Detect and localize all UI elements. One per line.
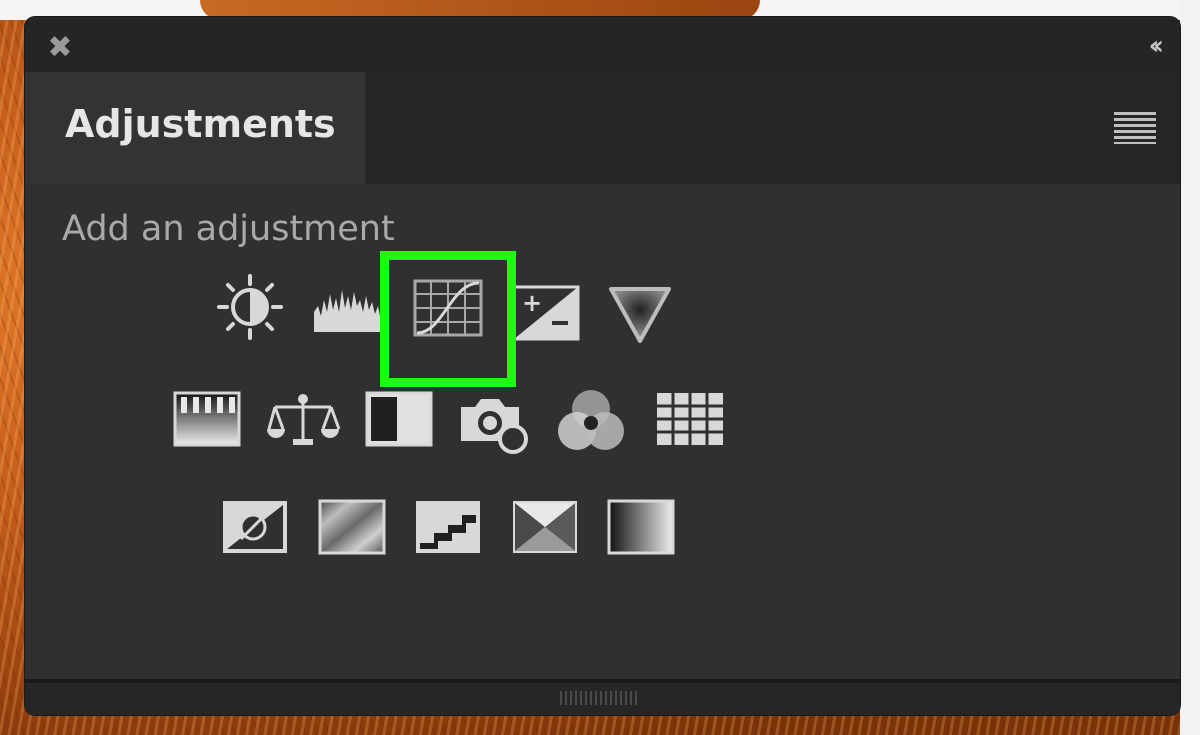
panel-bottom-bar	[25, 679, 1180, 715]
channel-mixer-icon[interactable]	[553, 387, 629, 455]
gradient-map-icon[interactable]	[607, 499, 675, 555]
panel-titlebar: ✖ ‹‹	[25, 17, 1180, 72]
brightness-contrast-icon[interactable]	[215, 272, 285, 342]
exposure-icon[interactable]: +	[512, 285, 580, 341]
color-balance-icon[interactable]	[265, 391, 341, 449]
hue-saturation-icon[interactable]	[173, 391, 241, 447]
tab-label: Adjustments	[65, 102, 336, 146]
svg-text:+: +	[522, 289, 542, 317]
resize-grip[interactable]	[560, 691, 640, 705]
curves-highlight-box	[380, 251, 516, 387]
photo-filter-icon[interactable]	[457, 393, 533, 457]
right-background-strip	[1180, 0, 1200, 735]
collapse-panel-icon[interactable]: ‹‹	[1149, 31, 1165, 61]
color-lookup-icon[interactable]	[655, 391, 725, 447]
panel-menu-icon[interactable]	[1114, 112, 1156, 144]
close-icon[interactable]: ✖	[45, 33, 75, 63]
panel-tabbar: Adjustments	[25, 72, 1180, 184]
black-white-icon[interactable]	[365, 391, 433, 447]
vibrance-icon[interactable]	[607, 285, 673, 343]
threshold-icon[interactable]	[414, 499, 482, 555]
levels-icon[interactable]	[312, 282, 382, 334]
tab-adjustments[interactable]: Adjustments	[25, 72, 365, 184]
add-adjustment-label: Add an adjustment	[62, 209, 395, 249]
posterize-icon[interactable]	[318, 499, 386, 555]
adjustments-panel: ✖ ‹‹ Adjustments Add an adjustment +	[25, 17, 1180, 715]
invert-icon[interactable]	[221, 499, 289, 555]
selective-color-icon[interactable]	[511, 499, 579, 555]
